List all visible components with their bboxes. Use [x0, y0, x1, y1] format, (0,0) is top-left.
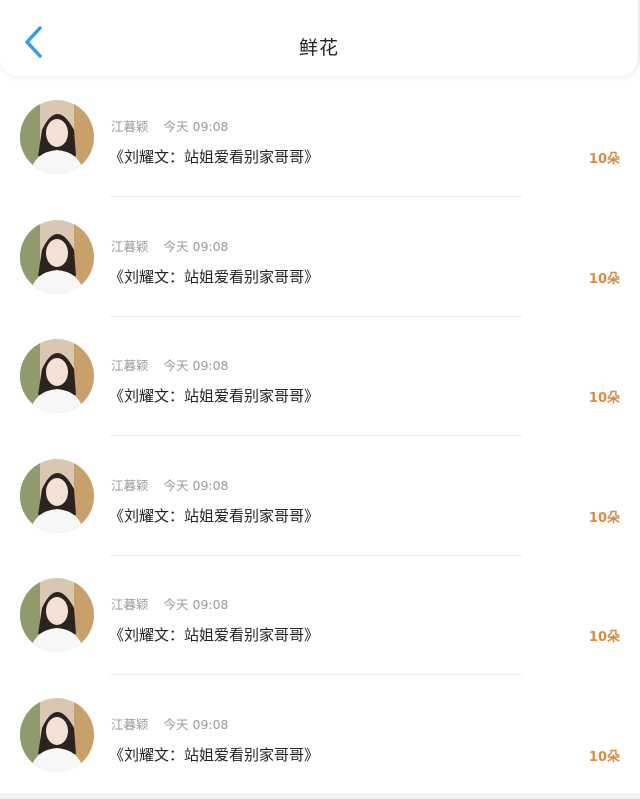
sender-meta: 江暮颖 今天 09:08: [111, 594, 229, 613]
avatar[interactable]: [20, 578, 94, 652]
sender-name: 江暮颖: [111, 477, 149, 493]
sender-meta: 江暮颖 今天 09:08: [111, 714, 229, 733]
send-time: 今天 09:08: [163, 597, 229, 612]
list-item[interactable]: 江暮颖 今天 09:08 《刘耀文：站姐爱看别家哥哥》 10朵: [0, 321, 640, 441]
flower-count: 10朵: [588, 152, 620, 167]
send-time: 今天 09:08: [163, 477, 229, 493]
list-item[interactable]: 江暮颖 今天 09:08 《刘耀文：站姐爱看别家哥哥》 10朵: [0, 680, 640, 799]
message-text: 《刘耀文：站姐爱看别家哥哥》: [109, 387, 320, 405]
flower-count: 10朵: [588, 749, 620, 765]
sender-meta: 江暮颖 今天 09:08: [111, 236, 229, 255]
message-text: 《刘耀文：站姐爱看别家哥哥》: [109, 267, 320, 286]
message-text: 《刘耀文：站姐爱看别家哥哥》: [109, 745, 320, 764]
bottom-edge: [0, 793, 640, 799]
divider: [110, 196, 522, 197]
divider: [110, 435, 522, 436]
avatar[interactable]: [20, 339, 94, 413]
avatar[interactable]: [20, 458, 94, 533]
flowers-page: 鲜花 江暮颖 今天 09:08 《刘耀文：站姐爱看别家哥哥》 10朵 江暮颖 今…: [0, 0, 640, 799]
send-time: 今天 09:08: [163, 238, 229, 254]
top-nav-bar: 鲜花: [0, 0, 640, 76]
avatar[interactable]: [20, 100, 94, 174]
send-time: 今天 09:08: [163, 716, 229, 732]
message-text: 《刘耀文：站姐爱看别家哥哥》: [109, 626, 320, 644]
sender-meta: 江暮颖 今天 09:08: [111, 355, 229, 374]
sender-name: 江暮颖: [111, 597, 149, 612]
message-text: 《刘耀文：站姐爱看别家哥哥》: [109, 148, 320, 166]
sender-meta: 江暮颖 今天 09:08: [111, 475, 229, 494]
list-item[interactable]: 江暮颖 今天 09:08 《刘耀文：站姐爱看别家哥哥》 10朵: [0, 441, 640, 561]
list-item[interactable]: 江暮颖 今天 09:08 《刘耀文：站姐爱看别家哥哥》 10朵: [0, 82, 640, 202]
list-item[interactable]: 江暮颖 今天 09:08 《刘耀文：站姐爱看别家哥哥》 10朵: [0, 560, 640, 680]
page-title: 鲜花: [298, 37, 339, 59]
message-text: 《刘耀文：站姐爱看别家哥哥》: [109, 506, 320, 525]
flower-count: 10朵: [588, 510, 620, 526]
flower-record-list: 江暮颖 今天 09:08 《刘耀文：站姐爱看别家哥哥》 10朵 江暮颖 今天 09:…: [0, 82, 640, 799]
divider: [110, 554, 522, 556]
sender-name: 江暮颖: [111, 238, 149, 254]
sender-name: 江暮颖: [111, 119, 149, 134]
flower-count: 10朵: [588, 391, 620, 406]
sender-meta: 江暮颖 今天 09:08: [111, 116, 229, 135]
avatar[interactable]: [20, 219, 94, 294]
flower-count: 10朵: [588, 271, 620, 287]
flower-count: 10朵: [588, 630, 620, 645]
avatar[interactable]: [20, 697, 94, 772]
divider: [110, 315, 522, 317]
divider: [110, 674, 522, 675]
send-time: 今天 09:08: [163, 119, 229, 134]
send-time: 今天 09:08: [163, 358, 229, 373]
sender-name: 江暮颖: [111, 358, 149, 373]
list-item[interactable]: 江暮颖 今天 09:08 《刘耀文：站姐爱看别家哥哥》 10朵: [0, 202, 640, 322]
sender-name: 江暮颖: [111, 716, 149, 732]
